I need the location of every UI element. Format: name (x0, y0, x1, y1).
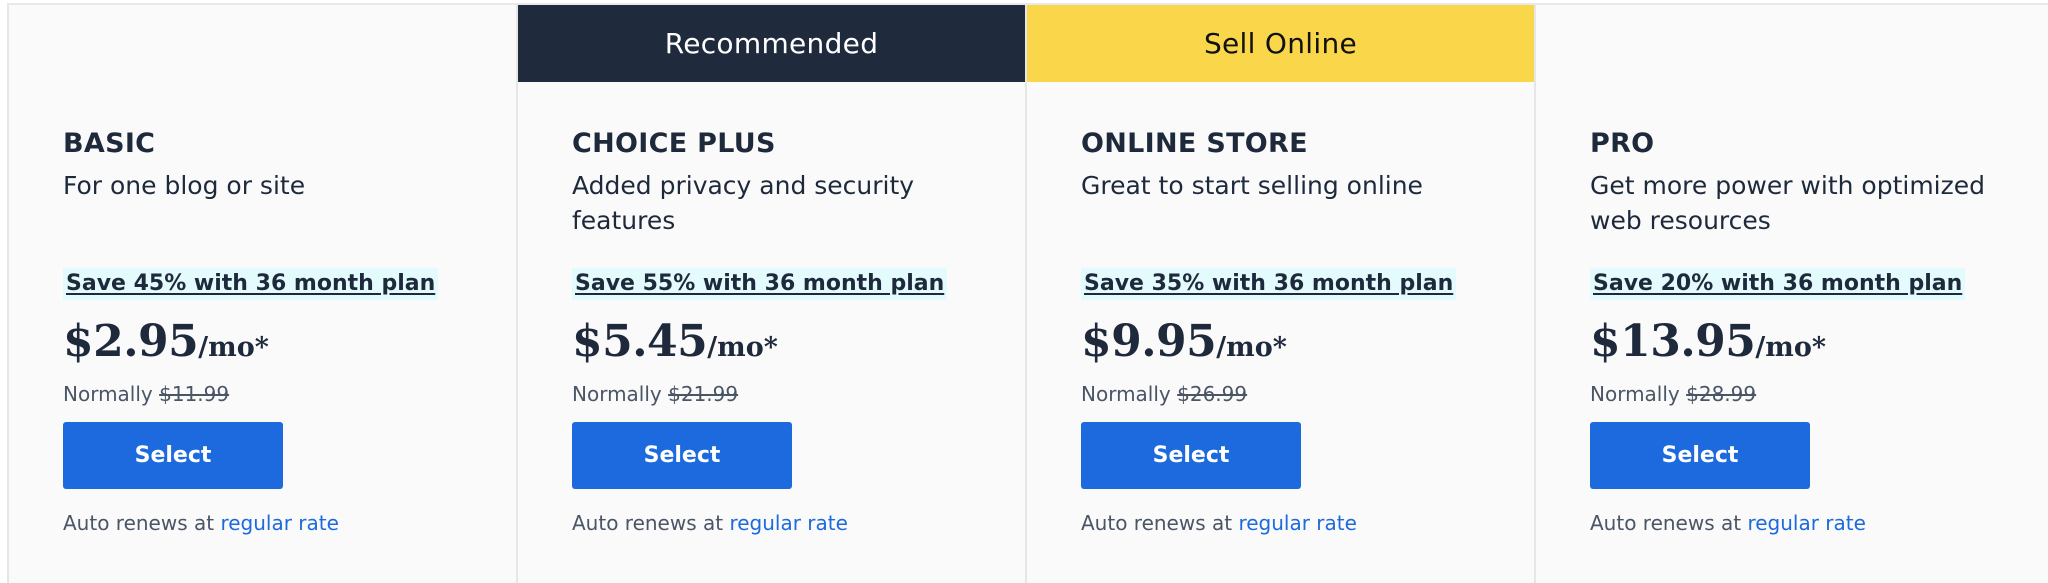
plan-card-choice-plus: Recommended CHOICE PLUS Added privacy an… (518, 5, 1027, 583)
normal-price: Normally $21.99 (572, 382, 1005, 406)
save-offer-link[interactable]: Save 35% with 36 month plan (1081, 268, 1457, 300)
pricing-plans: BASIC For one blog or site Save 45% with… (7, 3, 2048, 583)
select-online-store-button[interactable]: Select (1081, 422, 1301, 489)
auto-renew-note: Auto renews at regular rate (1081, 511, 1514, 535)
plan-card-online-store: Sell Online ONLINE STORE Great to start … (1027, 5, 1536, 583)
save-offer-link[interactable]: Save 45% with 36 month plan (63, 268, 439, 300)
original-price: $26.99 (1177, 382, 1248, 406)
plan-description: Great to start selling online (1081, 171, 1423, 200)
select-pro-button[interactable]: Select (1590, 422, 1810, 489)
normally-label: Normally (1590, 382, 1680, 406)
plan-card-basic: BASIC For one blog or site Save 45% with… (9, 5, 518, 583)
price-row: $13.95/mo* (1590, 316, 2025, 374)
plan-description: For one blog or site (63, 171, 306, 200)
price-period: /mo* (198, 332, 269, 363)
recommended-banner: Recommended (518, 5, 1025, 82)
plan-description: Added privacy and security features (572, 171, 915, 235)
plan-name: BASIC (63, 128, 156, 159)
plan-price: $9.95 (1081, 316, 1217, 367)
normally-label: Normally (572, 382, 662, 406)
original-price: $28.99 (1686, 382, 1757, 406)
regular-rate-link[interactable]: regular rate (220, 511, 338, 535)
regular-rate-link[interactable]: regular rate (1238, 511, 1356, 535)
plan-name: ONLINE STORE (1081, 128, 1308, 159)
renew-text: Auto renews at (1590, 511, 1742, 535)
price-row: $5.45/mo* (572, 316, 1005, 374)
auto-renew-note: Auto renews at regular rate (63, 511, 496, 535)
normally-label: Normally (63, 382, 153, 406)
renew-text: Auto renews at (1081, 511, 1233, 535)
normal-price: Normally $26.99 (1081, 382, 1514, 406)
original-price: $11.99 (159, 382, 230, 406)
regular-rate-link[interactable]: regular rate (729, 511, 847, 535)
auto-renew-note: Auto renews at regular rate (1590, 511, 2025, 535)
normal-price: Normally $28.99 (1590, 382, 2025, 406)
plan-description: Get more power with optimized web resour… (1590, 171, 1985, 235)
select-choice-plus-button[interactable]: Select (572, 422, 792, 489)
sell-online-banner: Sell Online (1027, 5, 1534, 82)
price-row: $9.95/mo* (1081, 316, 1514, 374)
normally-label: Normally (1081, 382, 1171, 406)
plan-price: $2.95 (63, 316, 199, 367)
original-price: $21.99 (668, 382, 739, 406)
plan-content: PRO Get more power with optimized web re… (1590, 124, 2025, 535)
select-basic-button[interactable]: Select (63, 422, 283, 489)
plan-content: CHOICE PLUS Added privacy and security f… (572, 124, 1005, 535)
normal-price: Normally $11.99 (63, 382, 496, 406)
save-offer-link[interactable]: Save 20% with 36 month plan (1590, 268, 1966, 300)
auto-renew-note: Auto renews at regular rate (572, 511, 1005, 535)
plan-content: BASIC For one blog or site Save 45% with… (63, 124, 496, 535)
save-offer-link[interactable]: Save 55% with 36 month plan (572, 268, 948, 300)
price-period: /mo* (1755, 332, 1826, 363)
price-period: /mo* (1216, 332, 1287, 363)
regular-rate-link[interactable]: regular rate (1747, 511, 1865, 535)
price-row: $2.95/mo* (63, 316, 496, 374)
plan-name: PRO (1590, 128, 1655, 159)
plan-price: $5.45 (572, 316, 708, 367)
price-period: /mo* (707, 332, 778, 363)
plan-name: CHOICE PLUS (572, 128, 776, 159)
renew-text: Auto renews at (63, 511, 215, 535)
renew-text: Auto renews at (572, 511, 724, 535)
plan-card-pro: PRO Get more power with optimized web re… (1536, 5, 2045, 583)
plan-price: $13.95 (1590, 316, 1756, 367)
plan-content: ONLINE STORE Great to start selling onli… (1081, 124, 1514, 535)
